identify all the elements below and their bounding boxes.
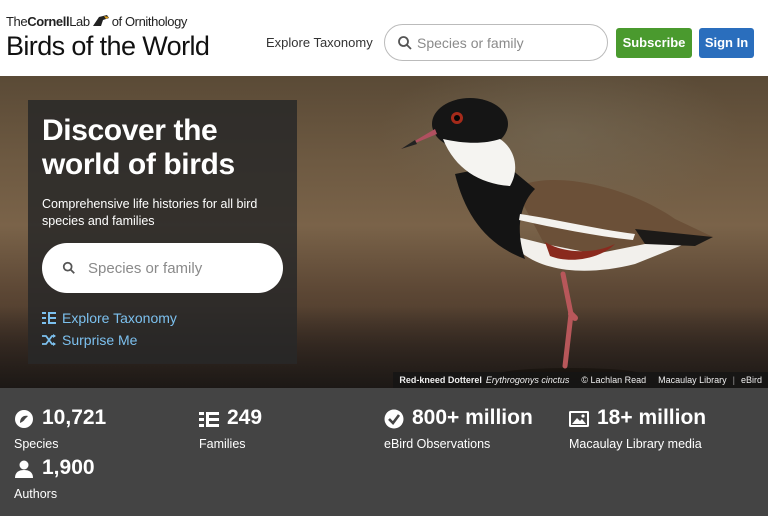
taxonomy-icon bbox=[42, 312, 56, 324]
hero-surprise-me-link[interactable]: Surprise Me bbox=[42, 332, 137, 348]
stat-label: Species bbox=[14, 437, 59, 451]
image-icon bbox=[569, 411, 589, 427]
cornell-lab-wordmark: TheCornellLab of Ornithology bbox=[6, 14, 188, 29]
search-icon bbox=[398, 36, 412, 50]
credit-scientific-name: Erythrogonys cinctus bbox=[485, 375, 570, 385]
stat-value: 18+ million bbox=[597, 406, 707, 429]
hero-panel: Discover the world of birds Comprehensiv… bbox=[28, 100, 297, 364]
hero-title: Discover the world of birds bbox=[42, 114, 235, 181]
birds-of-the-world-wordmark: Birds of the World bbox=[6, 31, 210, 61]
header-search[interactable] bbox=[384, 24, 608, 61]
header-search-input[interactable] bbox=[417, 33, 597, 53]
check-circle-icon bbox=[384, 409, 404, 429]
stat-value: 10,721 bbox=[42, 406, 107, 429]
credit-photographer: © Lachlan Read bbox=[581, 375, 647, 385]
hero-explore-taxonomy-link[interactable]: Explore Taxonomy bbox=[42, 310, 177, 326]
hero-subtitle: Comprehensive life histories for all bir… bbox=[42, 197, 258, 228]
cornell-bird-icon bbox=[92, 15, 109, 26]
dotterel-photo bbox=[401, 98, 713, 380]
credit-common-name: Red-kneed Dotterel bbox=[399, 375, 482, 385]
taxonomy-icon bbox=[199, 412, 219, 427]
hero-section: Discover the world of birds Comprehensiv… bbox=[0, 76, 768, 388]
stat-label: eBird Observations bbox=[384, 437, 491, 451]
stat-value: 249 bbox=[227, 406, 263, 429]
site-header: TheCornellLab of Ornithology Birds of the… bbox=[0, 0, 768, 76]
hero-search-input[interactable] bbox=[88, 258, 268, 278]
subscribe-button[interactable]: Subscribe bbox=[616, 28, 692, 58]
species-icon bbox=[15, 410, 33, 428]
hero-search[interactable] bbox=[42, 243, 283, 293]
site-logo[interactable]: TheCornellLab of Ornithology Birds of the… bbox=[6, 14, 226, 66]
person-icon bbox=[15, 460, 33, 478]
stat-label: Authors bbox=[14, 487, 58, 501]
stat-value: 1,900 bbox=[42, 456, 95, 479]
credit-source[interactable]: Macaulay Library bbox=[658, 375, 727, 385]
stat-value: 800+ million bbox=[412, 406, 533, 429]
search-icon bbox=[62, 261, 75, 274]
photo-credit: Red-kneed Dotterel Erythrogonys cinctus © … bbox=[393, 372, 768, 388]
shuffle-icon bbox=[42, 334, 56, 346]
stat-label: Macaulay Library media bbox=[569, 437, 702, 451]
sign-in-button[interactable]: Sign In bbox=[699, 28, 754, 58]
explore-taxonomy-link[interactable]: Explore Taxonomy bbox=[266, 35, 373, 50]
stats-section: 10,721 Species 249 Families 800+ million… bbox=[0, 388, 768, 516]
credit-source2[interactable]: eBird bbox=[741, 375, 762, 385]
stat-label: Families bbox=[199, 437, 246, 451]
